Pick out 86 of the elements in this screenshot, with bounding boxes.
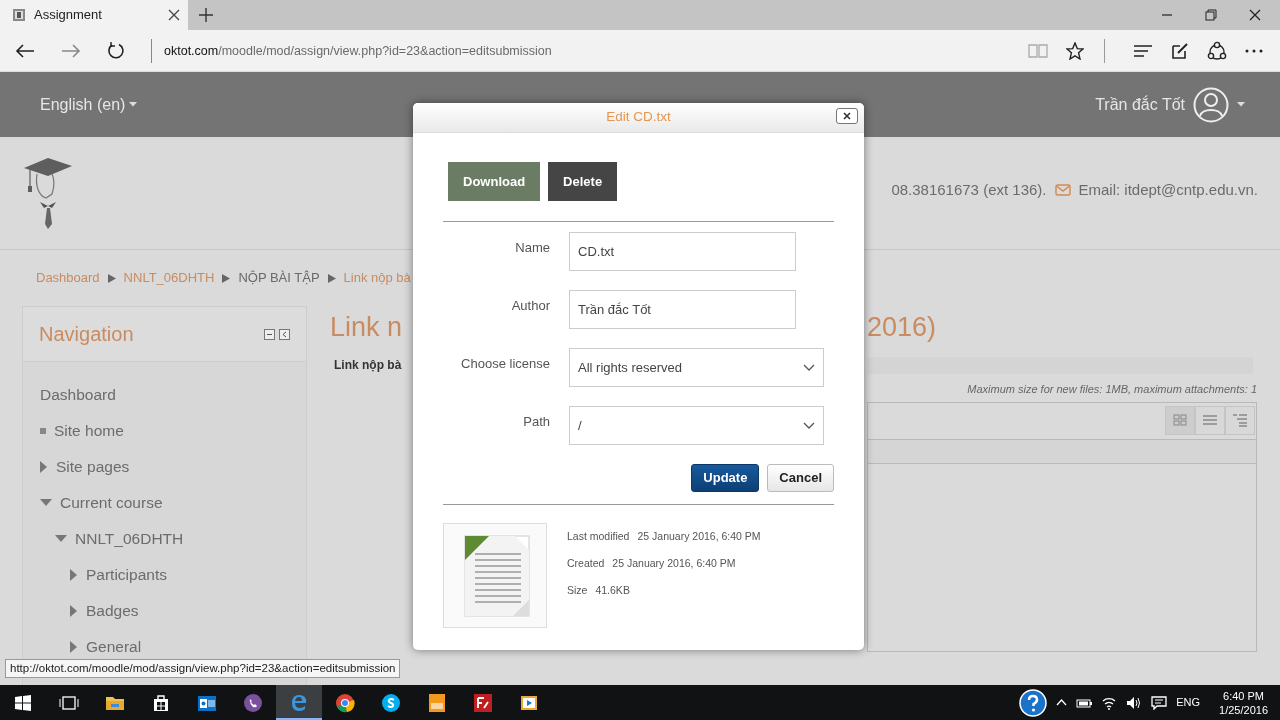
dock-icon[interactable] [279, 328, 290, 340]
browser-tab[interactable]: Assignment [0, 0, 188, 30]
select-field[interactable]: / [569, 406, 824, 445]
battery-icon[interactable] [1076, 697, 1093, 708]
close-button[interactable] [836, 108, 858, 124]
pdf-icon [427, 692, 447, 713]
more-icon[interactable] [1245, 48, 1263, 53]
nav-item[interactable]: NNLT_06DHTH [55, 521, 306, 557]
field-label: Choose license [460, 355, 550, 373]
nav-item[interactable]: Badges [70, 593, 306, 629]
bullet-icon [40, 428, 46, 434]
refresh-icon[interactable] [107, 41, 125, 60]
nav-item[interactable]: Site home [40, 413, 306, 449]
info-value: 25 January 2016, 6:40 PM [637, 529, 761, 544]
page-title: 2016) [867, 311, 937, 344]
nav-item[interactable]: Participants [70, 557, 306, 593]
language-menu[interactable]: English (en) [40, 92, 138, 117]
store-icon [151, 692, 171, 713]
info-label: Size [567, 583, 588, 598]
message-icon[interactable] [1151, 695, 1168, 710]
info-value: 25 January 2016, 6:40 PM [612, 556, 736, 571]
user-menu[interactable]: Trần đắc Tốt [1095, 86, 1245, 123]
page-title: Link n [330, 311, 404, 344]
panel-title: Navigation [39, 322, 134, 347]
caret-icon [1237, 102, 1245, 107]
separator-icon [107, 273, 116, 283]
breadcrumb-link[interactable]: NNLT_06DHTH [123, 268, 215, 288]
pen-icon[interactable] [1171, 41, 1189, 60]
collapse-icon[interactable] [264, 328, 275, 340]
back-icon[interactable] [15, 42, 35, 59]
phone-text: 08.38161673 (ext 136). [891, 179, 1047, 200]
nav-item[interactable]: Site pages [40, 449, 306, 485]
info-label: Created [567, 556, 605, 571]
windows-icon[interactable] [15, 694, 31, 711]
chrome-circle-icon [335, 692, 355, 713]
tree-view-icon [1231, 411, 1249, 429]
chevron-icon [803, 364, 815, 371]
update-button[interactable]: Update [691, 464, 760, 492]
cancel-button[interactable]: Cancel [767, 464, 834, 492]
chevron-icon [803, 422, 815, 429]
field-label: Name [514, 239, 550, 257]
link-tooltip: http://oktot.com/moodle/mod/assign/view.php?id=23&action=editsubmission [5, 659, 401, 678]
close-icon[interactable] [1249, 9, 1261, 21]
delete-button[interactable]: Delete [548, 162, 618, 201]
mail-icon [1054, 184, 1071, 196]
forward-icon[interactable] [61, 42, 81, 59]
breadcrumb-link[interactable]: Dashboard [36, 268, 100, 288]
close-icon [843, 112, 851, 120]
breadcrumb-text: NỘP BÀI TẬP [238, 269, 320, 288]
share-icon[interactable] [1207, 40, 1227, 61]
caret-icon [129, 102, 138, 107]
download-button[interactable]: Download [448, 162, 541, 201]
select-field[interactable]: All rights reserved [569, 348, 824, 387]
info-label: Last modified [567, 529, 630, 544]
ftp-icon [473, 692, 493, 713]
page-icon [12, 8, 26, 22]
info-value: 41.6KB [595, 583, 630, 598]
hub-icon[interactable] [1133, 43, 1153, 58]
wifi-icon[interactable] [1101, 695, 1118, 710]
field-label: Path [522, 413, 550, 431]
chat-s-icon [381, 692, 401, 713]
phone-bubble-icon [243, 692, 263, 713]
new-tab-icon[interactable] [199, 8, 213, 22]
separator-icon [222, 273, 231, 283]
nav-item[interactable]: Dashboard [40, 377, 306, 413]
help-icon[interactable] [1019, 688, 1048, 717]
email-text: Email: itdept@cntp.edu.vn. [1078, 179, 1258, 200]
close-icon[interactable] [168, 9, 180, 21]
grid-view-icon [1171, 411, 1189, 429]
field-label: Author [510, 297, 550, 315]
restore-icon[interactable] [1205, 9, 1217, 21]
input-field[interactable]: CD.txt [569, 232, 796, 271]
limits-text: Maximum size for new files: 1MB, maximum attachments: 1 [967, 382, 1257, 397]
separator-icon [327, 273, 336, 283]
intro-text: Link nộp bà [333, 357, 403, 374]
tab-title: Assignment [34, 6, 103, 25]
avatar-icon [1193, 86, 1229, 123]
input-field[interactable]: Trần đắc Tốt [569, 290, 796, 329]
volume-icon[interactable] [1126, 695, 1143, 710]
language-indicator[interactable]: ENG [1176, 694, 1201, 711]
chevron-up-icon[interactable] [1056, 699, 1068, 706]
dialog-title: Edit CD.txt [606, 108, 671, 127]
clock[interactable]: 6:40 PM 1/25/2016 [1219, 688, 1268, 717]
nav-item[interactable]: Current course [40, 485, 306, 521]
star-icon[interactable] [1066, 41, 1084, 60]
breadcrumb-link[interactable]: Link nộp bà [343, 268, 411, 288]
